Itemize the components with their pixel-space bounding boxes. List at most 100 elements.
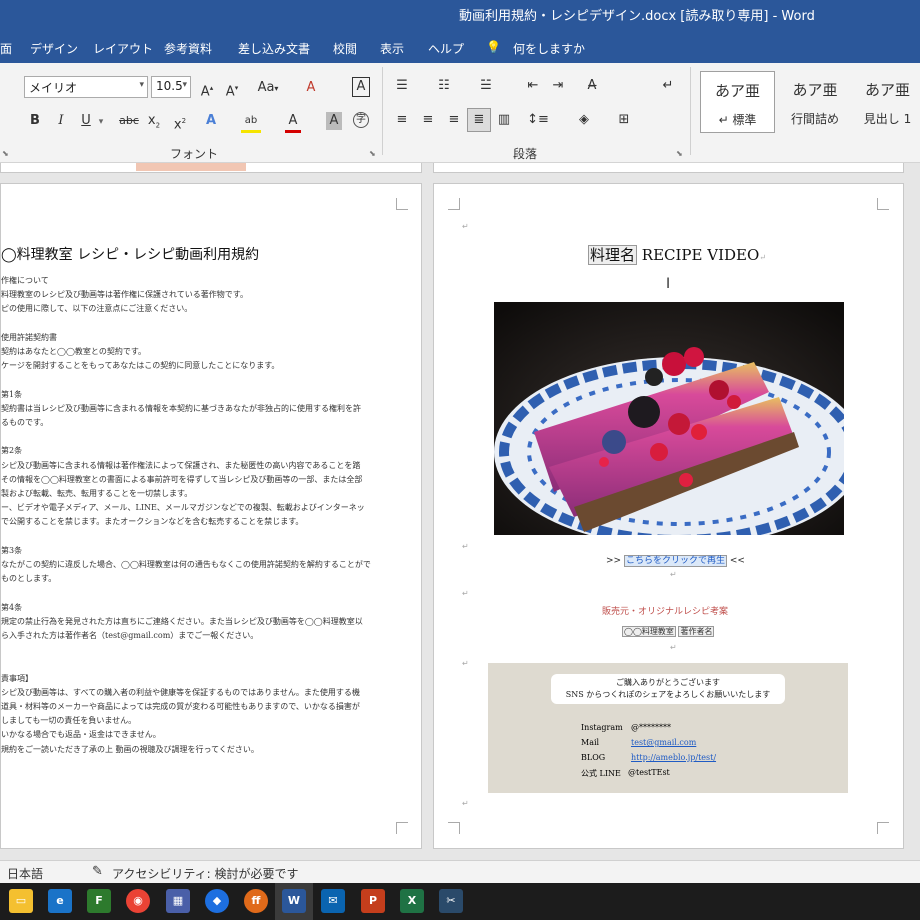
shading-icon[interactable]: ◈: [573, 111, 595, 129]
subscript-icon[interactable]: x2: [146, 112, 162, 135]
align-right-icon[interactable]: ≡: [445, 111, 463, 129]
ftp-client-icon[interactable]: F: [87, 889, 111, 913]
terms-line: なたがこの契約に違反した場合、◯◯料理教室は何の通告もなくこの使用許諾契約を解約…: [1, 560, 371, 569]
tell-me-search[interactable]: 何をしますか: [513, 40, 585, 57]
contact-label: BLOG: [581, 753, 606, 762]
ribbon-divider: [382, 67, 383, 155]
snipping-tool-icon[interactable]: ✂: [439, 889, 463, 913]
tab-file[interactable]: 面: [0, 40, 12, 57]
borders-icon[interactable]: ⊞: [614, 111, 634, 129]
justify-icon[interactable]: ≣: [467, 108, 491, 132]
accessibility-icon[interactable]: ✎: [92, 864, 103, 879]
edge-icon[interactable]: e: [48, 889, 72, 913]
tab-help[interactable]: ヘルプ: [428, 40, 464, 57]
increase-indent-icon[interactable]: ⇥: [548, 77, 568, 95]
lightbulb-icon[interactable]: 💡: [486, 40, 501, 54]
distributed-icon[interactable]: ▥: [495, 111, 513, 129]
terms-line: 第2条: [1, 446, 23, 456]
file-explorer-icon[interactable]: ▭: [9, 889, 33, 913]
tab-review[interactable]: 校閲: [333, 40, 357, 57]
firefox-icon[interactable]: ff: [244, 889, 268, 913]
contact-value: @testTEst: [628, 768, 670, 777]
font-size-box[interactable]: 10.5 ▾: [151, 76, 191, 98]
credit-tags: ◯◯料理教室 著作者名: [622, 626, 715, 637]
margin-corner: [448, 198, 460, 210]
underline-icon[interactable]: U: [79, 112, 93, 130]
change-case-icon[interactable]: Aa▾: [255, 79, 281, 98]
chrome-icon[interactable]: ◉: [126, 889, 150, 913]
align-center-icon[interactable]: ≡: [419, 111, 437, 129]
contact-label: Mail: [581, 738, 600, 747]
tab-layout[interactable]: レイアウト: [93, 40, 153, 57]
recipe-name-field[interactable]: 料理名: [588, 245, 638, 265]
video-play-link[interactable]: こちらをクリックで再生: [623, 555, 727, 567]
language-indicator[interactable]: 日本語: [7, 865, 43, 882]
dessert-photo[interactable]: [494, 302, 844, 535]
terms-line: その情報を◯◯料理教室との書面による事前許可を得ずして当レシピ及び動画等の一部、…: [1, 474, 363, 484]
font-name-box[interactable]: メイリオ ▾: [24, 76, 148, 98]
paragraph-group-label: 段落: [513, 147, 538, 161]
asian-layout-icon[interactable]: A̶: [580, 77, 604, 95]
contact-value[interactable]: test@gmail.com: [631, 738, 696, 747]
word-icon[interactable]: W: [282, 889, 306, 913]
dialog-launcher-icon[interactable]: ⬊: [2, 149, 9, 158]
dialog-launcher-icon[interactable]: ⬊: [676, 149, 683, 158]
dessert-image: [494, 302, 844, 535]
font-group-label: フォント: [170, 147, 219, 161]
bold-icon[interactable]: B: [28, 112, 42, 130]
text-effects-icon[interactable]: A: [203, 112, 219, 130]
dialog-launcher-icon[interactable]: ⬊: [369, 149, 376, 158]
contact-row: 公式 LINE @testTEst: [581, 768, 761, 783]
line-spacing-icon[interactable]: ↕≡: [526, 111, 550, 129]
style-no-spacing[interactable]: あア亜 行間詰め: [779, 71, 851, 133]
contact-value[interactable]: http://ameblo.jp/test/: [631, 753, 716, 762]
paragraph-return-icon[interactable]: ↵: [658, 77, 678, 95]
excel-icon[interactable]: X: [400, 889, 424, 913]
character-border-icon[interactable]: A: [352, 77, 370, 97]
terms-line: ものとします。: [1, 574, 57, 584]
browser-icon[interactable]: ◆: [205, 889, 229, 913]
chevron-down-icon[interactable]: ▾: [96, 113, 106, 131]
accessibility-status[interactable]: アクセシビリティ: 検討が必要です: [112, 865, 299, 882]
numbering-icon[interactable]: ☷: [434, 77, 454, 95]
shrink-font-icon[interactable]: A▾: [224, 79, 240, 101]
thanks-line-1: ご購入ありがとうございます: [616, 678, 720, 687]
document-canvas[interactable]: ◯料理教室 レシピ・レシピ動画利用規約 作権について 料理教室のレシピ及び動画等は…: [0, 163, 920, 860]
decrease-indent-icon[interactable]: ⇤: [523, 77, 543, 95]
style-sample: あア亜: [864, 81, 910, 99]
tab-view[interactable]: 表示: [380, 40, 404, 57]
app-icon[interactable]: ▦: [166, 889, 190, 913]
italic-icon[interactable]: I: [54, 112, 68, 130]
character-shading-icon[interactable]: A: [326, 112, 342, 130]
clear-formatting-icon[interactable]: A: [302, 79, 320, 97]
school-name-field[interactable]: ◯◯料理教室: [622, 626, 676, 637]
left-page[interactable]: ◯料理教室 レシピ・レシピ動画利用規約 作権について 料理教室のレシピ及び動画等は…: [0, 183, 422, 849]
highlight-icon[interactable]: ab: [241, 112, 261, 133]
tab-references[interactable]: 参考資料: [164, 40, 212, 57]
strikethrough-icon[interactable]: abc: [118, 112, 140, 130]
terms-line: しましても一切の責任を負いません。: [1, 716, 137, 726]
style-sample: あア亜: [792, 81, 838, 99]
author-name-field[interactable]: 著作者名: [678, 626, 715, 637]
recipe-title: 料理名 RECIPE VIDEO↵: [588, 245, 766, 265]
tab-design[interactable]: デザイン: [30, 40, 78, 57]
mail-icon[interactable]: ✉: [321, 889, 345, 913]
style-heading-1[interactable]: あア亜 見出し 1: [855, 71, 920, 133]
grow-font-icon[interactable]: A▴: [199, 79, 215, 101]
superscript-icon[interactable]: x2: [172, 112, 188, 134]
bullets-icon[interactable]: ☰: [392, 77, 412, 95]
style-name: ↵ 標準: [718, 113, 757, 127]
terms-line: 第4条: [1, 602, 23, 612]
terms-line: 第1条: [1, 389, 23, 399]
tab-mailings[interactable]: 差し込み文書: [238, 40, 310, 57]
terms-line: 契約はあなたと◯◯教室との契約です。: [1, 347, 147, 356]
terms-line: ケージを開封することをもってあなたはこの契約に同意したことになります。: [1, 361, 280, 371]
multilevel-list-icon[interactable]: ☱: [476, 77, 496, 95]
style-normal[interactable]: あア亜 ↵ 標準: [700, 71, 775, 133]
margin-corner: [396, 822, 408, 834]
enclose-characters-icon[interactable]: 字: [353, 112, 369, 128]
align-left-icon[interactable]: ≡: [393, 111, 411, 129]
font-color-icon[interactable]: A: [285, 112, 301, 133]
powerpoint-icon[interactable]: P: [361, 889, 385, 913]
terms-line: 製および転載、転売、転用することを一切禁します。: [1, 489, 193, 498]
